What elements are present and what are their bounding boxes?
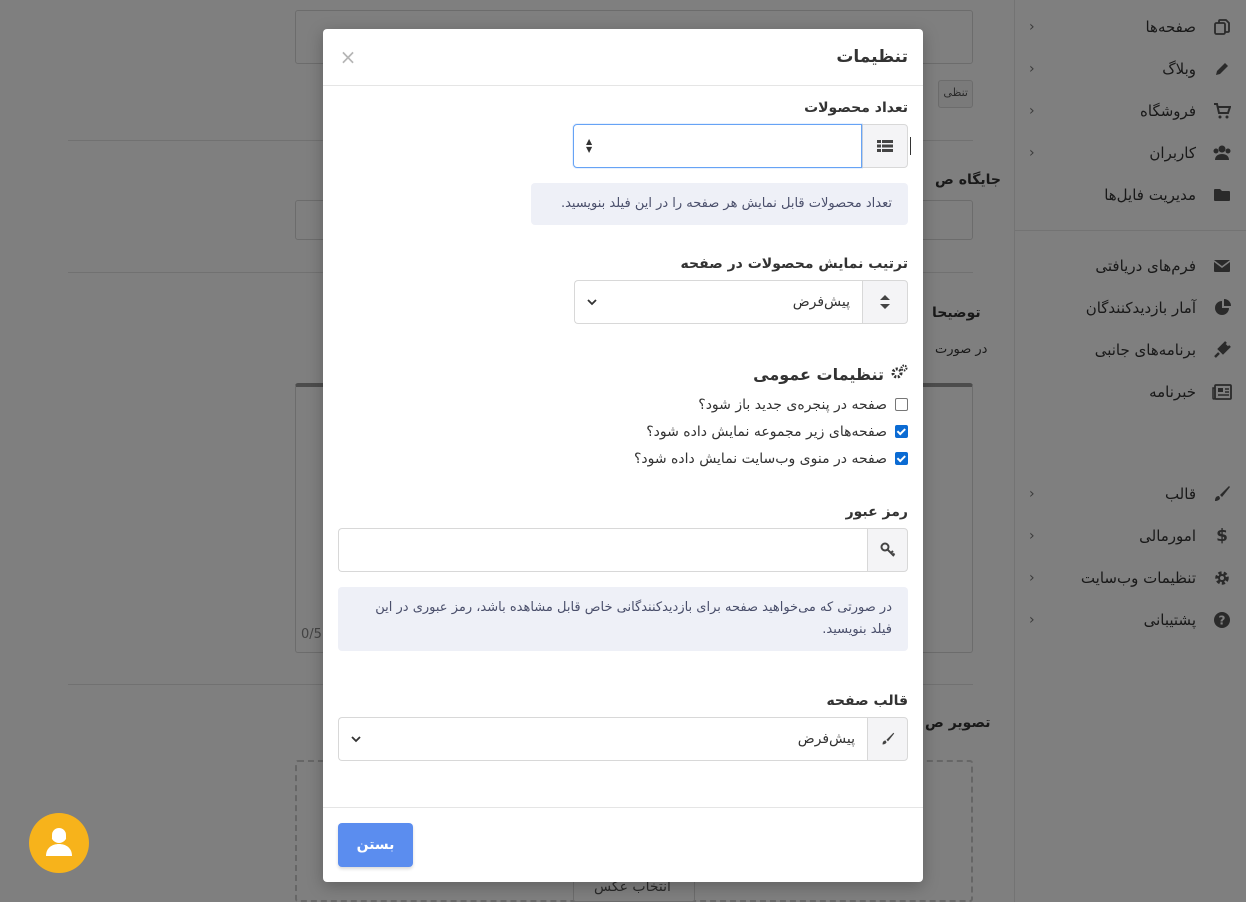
password-label: رمز عبور <box>845 504 908 520</box>
template-select[interactable]: پیش‌فرض <box>338 717 867 761</box>
close-button[interactable]: بستن <box>338 823 413 867</box>
key-icon <box>867 528 908 572</box>
cogs-icon <box>890 364 908 384</box>
brush-icon <box>867 717 908 761</box>
show-in-menu-checkbox[interactable] <box>895 452 908 465</box>
option-show-subpages[interactable]: صفحه‌های زیر مجموعه نمایش داده شود؟ <box>338 418 908 445</box>
general-settings-label: تنظیمات عمومی <box>753 364 884 384</box>
user-avatar-icon <box>44 825 74 861</box>
template-label: قالب صفحه <box>826 693 908 709</box>
show-subpages-checkbox[interactable] <box>895 425 908 438</box>
chevron-down-icon <box>351 731 361 747</box>
option-new-window[interactable]: صفحه در پنجره‌ی جدید باز شود؟ <box>338 391 908 418</box>
template-value: پیش‌فرض <box>797 731 855 747</box>
spinner-icon[interactable]: ▲ ▼ <box>586 138 592 154</box>
close-icon[interactable]: × <box>338 45 358 69</box>
modal-header: تنظیمات × <box>323 29 923 86</box>
password-help: در صورتی که می‌خواهید صفحه برای بازدیدکن… <box>338 587 908 651</box>
general-settings-title: تنظیمات عمومی <box>338 364 908 384</box>
chevron-down-icon <box>587 294 597 310</box>
product-count-input[interactable]: ▲ ▼ <box>573 124 911 168</box>
sort-order-value: پیش‌فرض <box>792 294 850 310</box>
password-input[interactable] <box>338 528 867 572</box>
support-chat-button[interactable] <box>29 813 89 873</box>
sort-icon <box>862 280 908 324</box>
product-count-help: تعداد محصولات قابل نمایش هر صفحه را در ا… <box>531 183 908 225</box>
new-window-checkbox[interactable] <box>895 398 908 411</box>
product-count-group: ▲ ▼ <box>338 124 911 168</box>
modal-body: تعداد محصولات ▲ ▼ تعداد محصولات قابل نمای… <box>323 86 923 761</box>
template-group: پیش‌فرض <box>338 717 908 761</box>
option-show-in-menu[interactable]: صفحه در منوی وب‌سایت نمایش داده شود؟ <box>338 445 908 472</box>
settings-modal: تنظیمات × تعداد محصولات ▲ ▼ تعداد محصولات… <box>323 29 923 882</box>
option-label: صفحه در پنجره‌ی جدید باز شود؟ <box>698 396 887 413</box>
product-count-label: تعداد محصولات <box>804 100 908 116</box>
modal-title: تنظیمات <box>836 47 908 67</box>
list-icon <box>862 124 908 168</box>
password-group <box>338 528 908 572</box>
sort-order-label: ترتیب نمایش محصولات در صفحه <box>680 256 908 272</box>
sort-order-select[interactable]: پیش‌فرض <box>574 280 862 324</box>
modal-footer: بستن <box>323 807 923 882</box>
option-label: صفحه در منوی وب‌سایت نمایش داده شود؟ <box>633 450 887 467</box>
sort-order-group: پیش‌فرض <box>338 280 908 324</box>
text-cursor <box>910 137 911 155</box>
general-options: صفحه در پنجره‌ی جدید باز شود؟ صفحه‌های ز… <box>338 391 908 472</box>
option-label: صفحه‌های زیر مجموعه نمایش داده شود؟ <box>646 423 887 440</box>
